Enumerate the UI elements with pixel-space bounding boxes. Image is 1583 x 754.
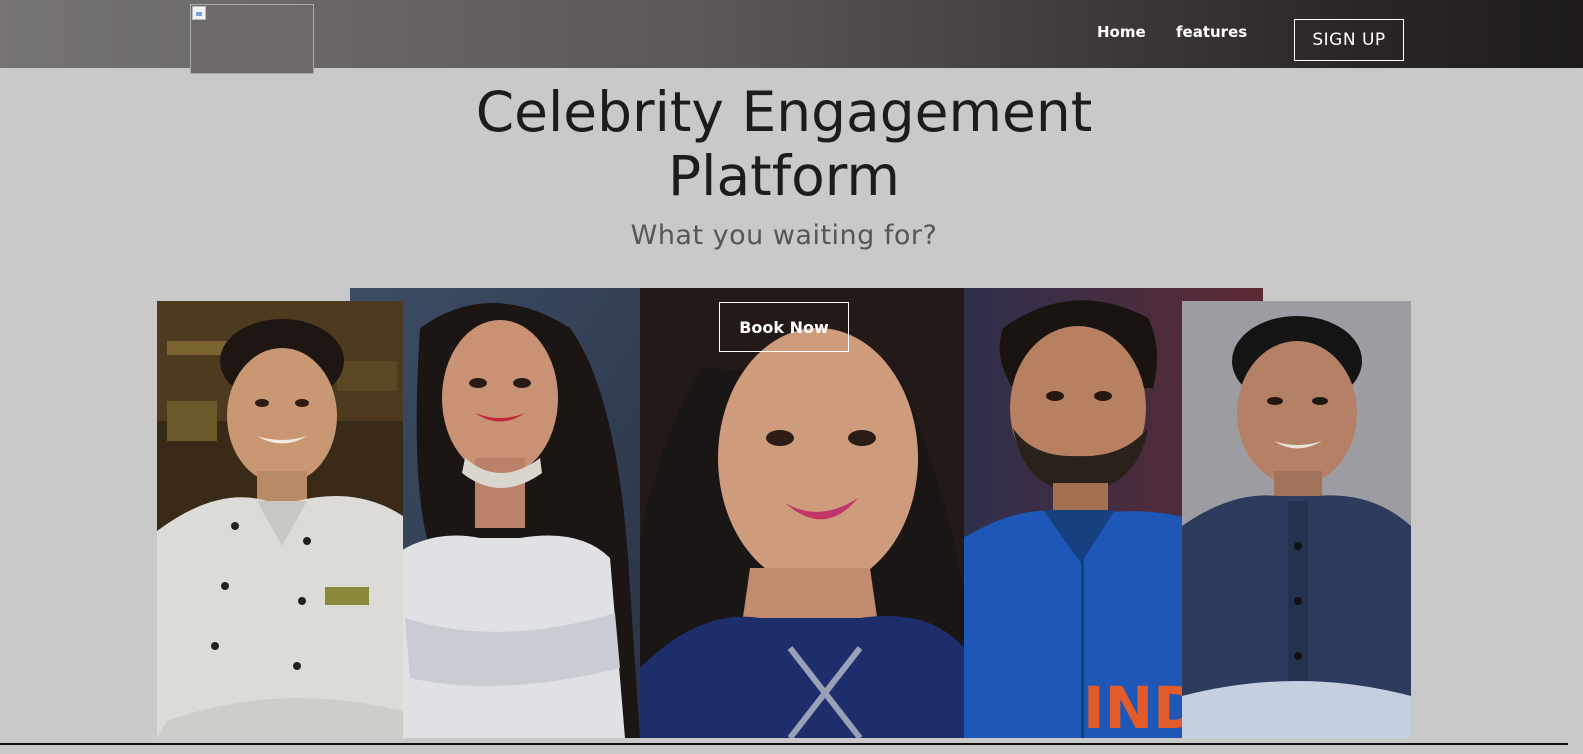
- celebrity-photo-chef: [157, 301, 403, 738]
- nav-link-home[interactable]: Home: [1097, 23, 1146, 41]
- celebrity-photo-author: [1182, 301, 1411, 738]
- title-line-1: Celebrity Engagement: [475, 80, 1093, 144]
- broken-image-icon: [192, 6, 206, 20]
- nav-link-features[interactable]: features: [1176, 23, 1247, 41]
- signup-button[interactable]: SIGN UP: [1294, 19, 1404, 61]
- celebrity-photo-actress: [640, 288, 964, 738]
- logo-image[interactable]: [190, 4, 314, 74]
- page-title: Celebrity Engagement Platform: [0, 80, 1568, 208]
- page-subtitle: What you waiting for?: [630, 220, 938, 251]
- navbar: Home features SIGN UP: [0, 0, 1583, 74]
- bottom-divider: [0, 743, 1568, 745]
- book-now-button[interactable]: Book Now: [719, 302, 849, 352]
- title-line-2: Platform: [668, 144, 900, 208]
